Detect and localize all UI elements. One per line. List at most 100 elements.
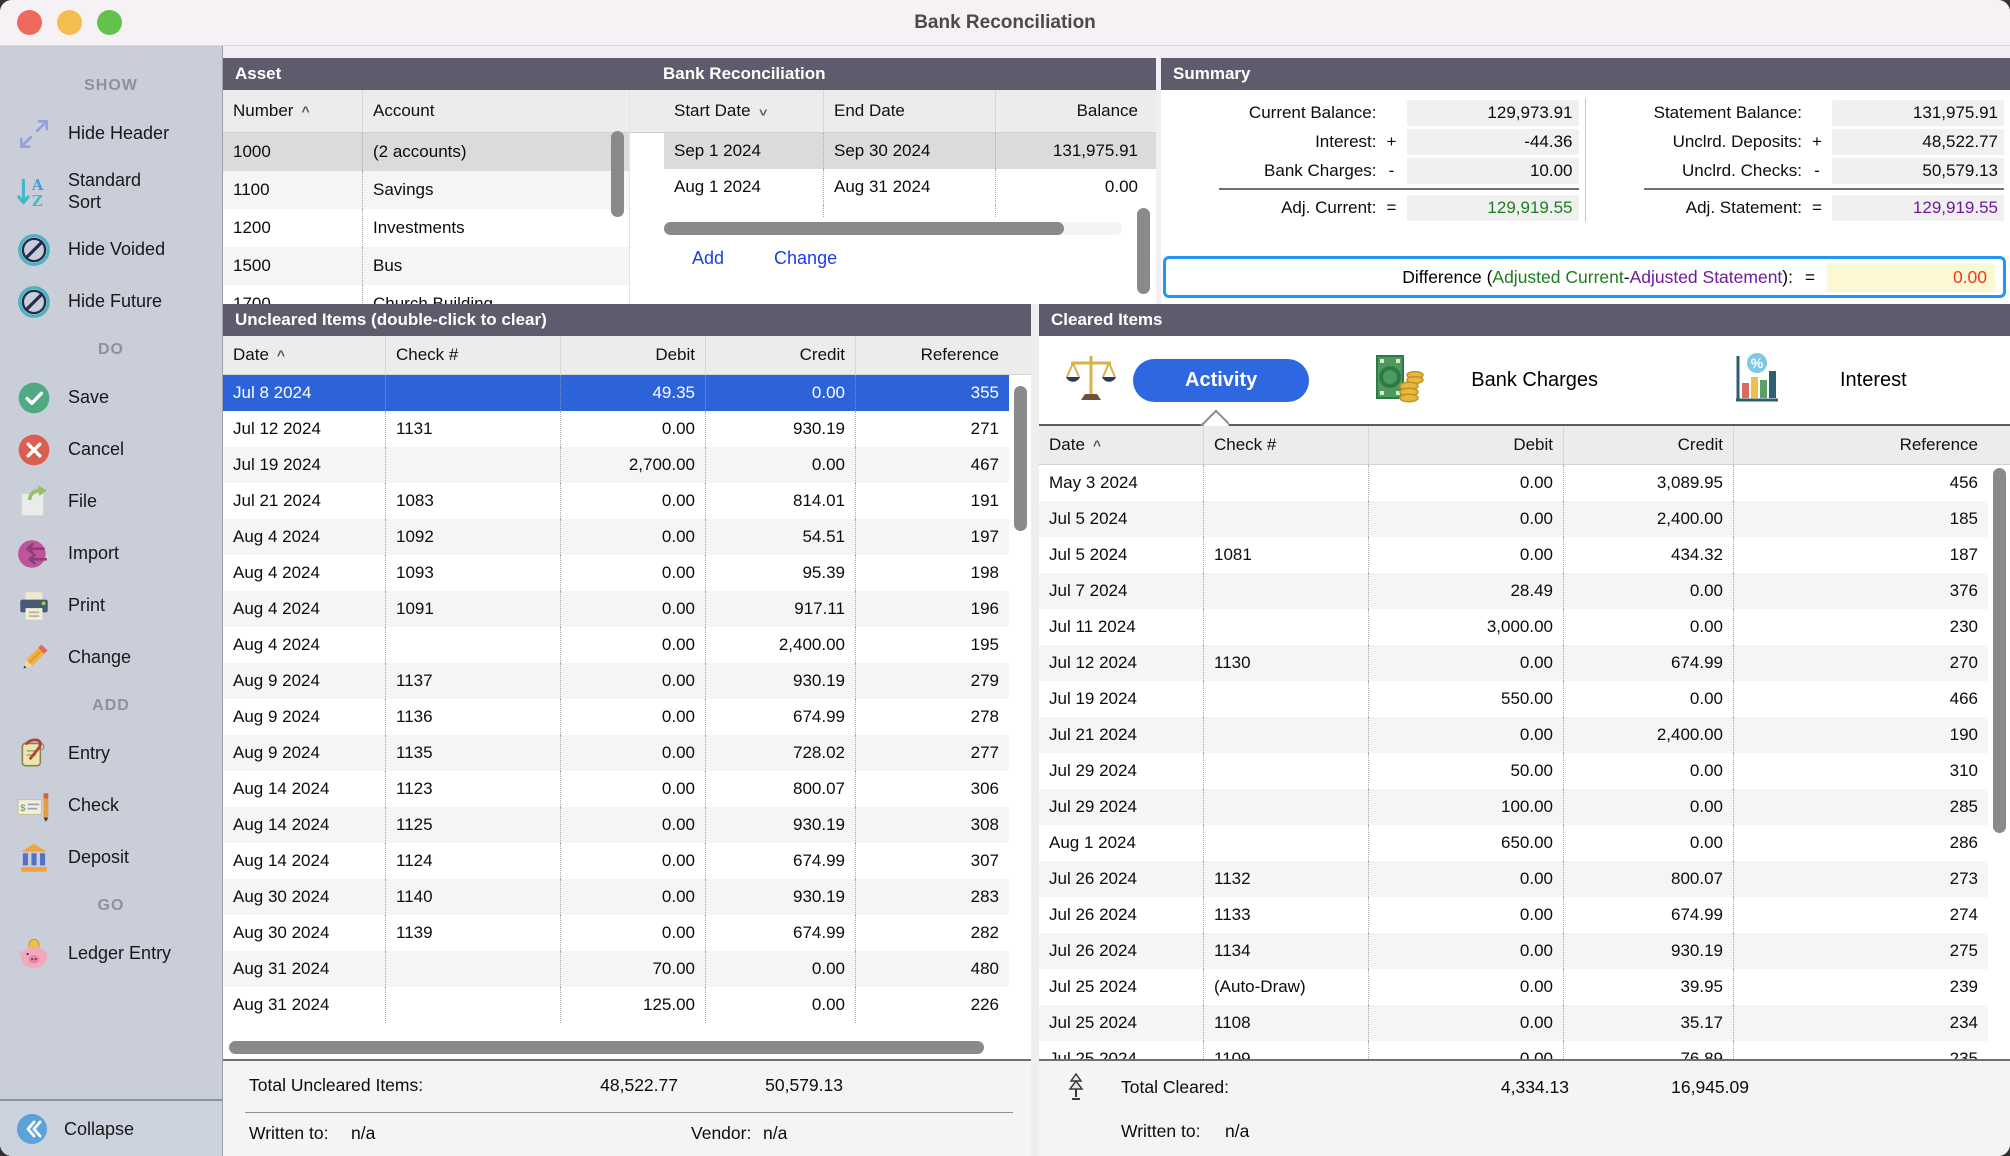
table-row[interactable]: Aug 14 202411240.00674.99307 (223, 843, 1009, 879)
table-row[interactable]: Jul 11 20243,000.000.00230 (1039, 609, 1988, 645)
table-row[interactable]: Aug 14 202411250.00930.19308 (223, 807, 1009, 843)
sidebar-item-print[interactable]: Print (0, 580, 222, 632)
table-row[interactable]: Jul 25 2024(Auto-Draw)0.0039.95239 (1039, 969, 1988, 1005)
table-row[interactable]: 1700Church Building (223, 285, 629, 304)
summary-total-value: 129,919.55 (1832, 195, 2004, 221)
table-row[interactable]: Jul 25 202411080.0035.17234 (1039, 1005, 1988, 1041)
sidebar-item-entry[interactable]: Entry (0, 728, 222, 780)
cleared-col-credit[interactable]: Credit (1564, 426, 1734, 464)
table-row[interactable]: Aug 14 202411230.00800.07306 (223, 771, 1009, 807)
sidebar-item-change[interactable]: Change (0, 632, 222, 684)
table-row[interactable]: Jul 12 202411310.00930.19271 (223, 411, 1009, 447)
table-row[interactable]: Jul 26 202411320.00800.07273 (1039, 861, 1988, 897)
cell: Investments (363, 209, 629, 247)
recon-col-start-date[interactable]: Start Date^ (664, 90, 824, 132)
table-row[interactable]: Sep 1 2024Sep 30 2024131,975.91 (664, 133, 1156, 169)
sidebar-item-ledger-entry[interactable]: Ledger Entry (0, 928, 222, 980)
sidebar-item-cancel[interactable]: Cancel (0, 424, 222, 476)
sidebar-item-deposit[interactable]: Deposit (0, 832, 222, 884)
cell: 0.00 (706, 987, 856, 1023)
table-row[interactable]: Jul 19 2024550.000.00466 (1039, 681, 1988, 717)
sidebar-item-save[interactable]: Save (0, 372, 222, 424)
table-row[interactable]: 1000(2 accounts) (223, 133, 629, 171)
cleared-col-check[interactable]: Check # (1204, 426, 1369, 464)
table-row[interactable]: Aug 4 202410910.00917.11196 (223, 591, 1009, 627)
table-row[interactable]: Jul 21 20240.002,400.00190 (1039, 717, 1988, 753)
table-row[interactable]: Aug 31 2024125.000.00226 (223, 987, 1009, 1023)
table-row[interactable]: Jul 8 202449.350.00355 (223, 375, 1009, 411)
table-row[interactable]: 1100Savings (223, 171, 629, 209)
recon-horizontal-scrollbar[interactable] (664, 220, 1122, 238)
table-row[interactable]: Aug 4 202410920.0054.51197 (223, 519, 1009, 555)
uncleared-col-reference[interactable]: Reference (856, 336, 1009, 374)
change-reconciliation-link[interactable]: Change (774, 248, 837, 269)
table-row[interactable]: Jul 25 202411090.0076.89235 (1039, 1041, 1988, 1059)
table-row[interactable]: Aug 30 202411400.00930.19283 (223, 879, 1009, 915)
cell: 234 (1734, 1005, 1988, 1041)
table-row[interactable]: Aug 9 202411350.00728.02277 (223, 735, 1009, 771)
summary-label: Interest: (1167, 132, 1377, 152)
cell: 270 (1734, 645, 1988, 681)
table-row[interactable]: Jul 12 202411300.00674.99270 (1039, 645, 1988, 681)
table-row[interactable]: Aug 30 202411390.00674.99282 (223, 915, 1009, 951)
table-row[interactable]: Aug 9 202411370.00930.19279 (223, 663, 1009, 699)
sidebar-item-standard-sort[interactable]: AZStandard Sort (0, 160, 222, 224)
table-row[interactable]: 1200Investments (223, 209, 629, 247)
summary-value: -44.36 (1407, 129, 1579, 155)
cell: 0.00 (561, 483, 706, 519)
sidebar-item-import[interactable]: Import (0, 528, 222, 580)
add-reconciliation-link[interactable]: Add (692, 248, 724, 269)
table-row[interactable]: Aug 4 202410930.0095.39198 (223, 555, 1009, 591)
table-row[interactable]: Jul 21 202410830.00814.01191 (223, 483, 1009, 519)
zoom-window-button[interactable] (97, 10, 122, 35)
asset-panel-title: Asset (223, 64, 629, 84)
sidebar-collapse-button[interactable]: Collapse (0, 1099, 222, 1156)
table-row[interactable]: Jul 5 20240.002,400.00185 (1039, 501, 1988, 537)
sidebar-item-hide-header[interactable]: Hide Header (0, 108, 222, 160)
table-row[interactable]: Aug 9 202411360.00674.99278 (223, 699, 1009, 735)
uncleared-horizontal-scrollbar[interactable] (229, 1041, 984, 1054)
table-row[interactable]: Aug 1 2024650.000.00286 (1039, 825, 1988, 861)
tab-activity[interactable]: Activity (1133, 359, 1309, 402)
table-row[interactable]: Jul 26 202411340.00930.19275 (1039, 933, 1988, 969)
tab-interest[interactable]: Interest (1840, 369, 1907, 392)
minimize-window-button[interactable] (57, 10, 82, 35)
uncleared-col-debit[interactable]: Debit (561, 336, 706, 374)
table-row[interactable]: May 3 20240.003,089.95456 (1039, 465, 1988, 501)
table-row[interactable]: Jul 29 2024100.000.00285 (1039, 789, 1988, 825)
summary-row: Statement Balance:131,975.91 (1592, 98, 2005, 127)
cleared-col-date[interactable]: Date^ (1039, 426, 1204, 464)
asset-col-number[interactable]: Number^ (223, 90, 363, 132)
summary-row: Interest:+-44.36 (1167, 127, 1579, 156)
uncleared-col-date[interactable]: Date^ (223, 336, 386, 374)
recon-col-end-date[interactable]: End Date (824, 90, 996, 132)
table-row[interactable]: Jul 5 202410810.00434.32187 (1039, 537, 1988, 573)
recon-col-balance[interactable]: Balance (996, 90, 1148, 132)
cleared-col-debit[interactable]: Debit (1369, 426, 1564, 464)
cleared-vertical-scrollbar[interactable] (1993, 468, 2006, 833)
table-row[interactable]: Jul 19 20242,700.000.00467 (223, 447, 1009, 483)
cell: 0.00 (1369, 1005, 1564, 1041)
uncleared-col-check[interactable]: Check # (386, 336, 561, 374)
table-row[interactable]: Jul 26 202411330.00674.99274 (1039, 897, 1988, 933)
table-row[interactable]: Aug 4 20240.002,400.00195 (223, 627, 1009, 663)
tab-bank-charges[interactable]: Bank Charges (1471, 369, 1598, 392)
cleared-col-reference[interactable]: Reference (1734, 426, 1988, 464)
sidebar-item-check[interactable]: $Check (0, 780, 222, 832)
table-row[interactable]: Aug 1 2024Aug 31 20240.00 (664, 169, 1156, 205)
table-row[interactable]: Jul 7 202428.490.00376 (1039, 573, 1988, 609)
sidebar-item-file[interactable]: File (0, 476, 222, 528)
uncleared-col-credit[interactable]: Credit (706, 336, 856, 374)
sidebar-item-hide-future[interactable]: Hide Future (0, 276, 222, 328)
sidebar-item-hide-voided[interactable]: Hide Voided (0, 224, 222, 276)
asset-vertical-scrollbar[interactable] (611, 131, 624, 217)
asset-col-account[interactable]: Account (363, 90, 629, 132)
sort-az-icon: AZ (0, 174, 68, 210)
sort-asc-icon: ^ (1093, 437, 1101, 453)
close-window-button[interactable] (17, 10, 42, 35)
uncleared-vertical-scrollbar[interactable] (1014, 386, 1027, 531)
table-row[interactable]: 1500Bus (223, 247, 629, 285)
table-row[interactable]: Jul 29 202450.000.00310 (1039, 753, 1988, 789)
recon-vertical-scrollbar[interactable] (1137, 208, 1150, 294)
table-row[interactable]: Aug 31 202470.000.00480 (223, 951, 1009, 987)
